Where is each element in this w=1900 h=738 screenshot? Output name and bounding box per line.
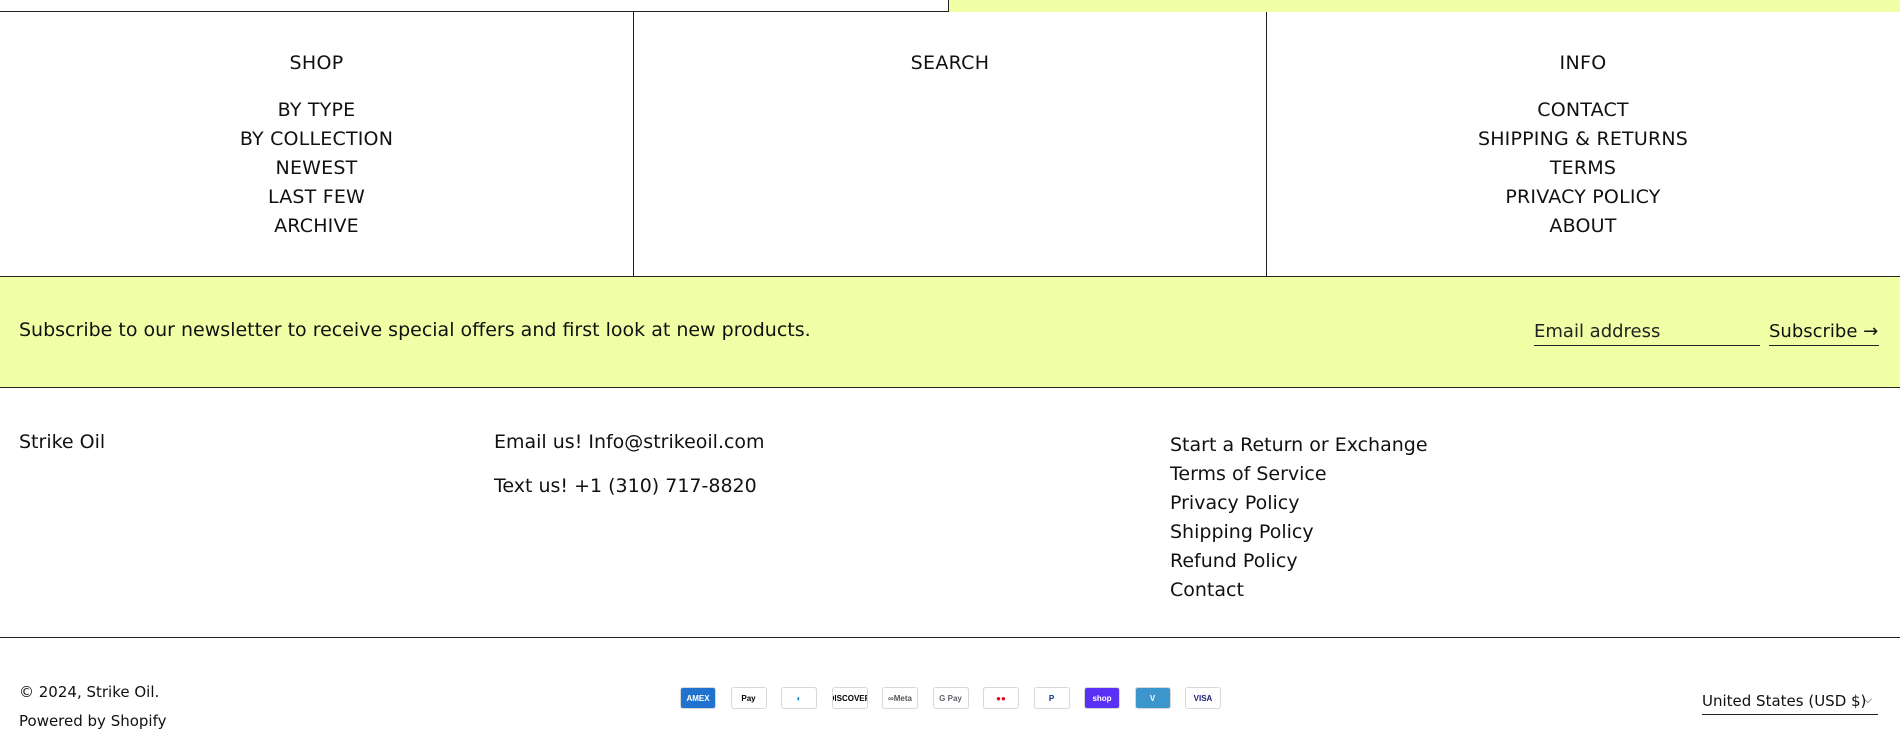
currency-label: United States (USD $)	[1702, 691, 1867, 710]
info-link-terms[interactable]: TERMS	[1267, 154, 1899, 183]
policy-link-privacy-policy[interactable]: Privacy Policy	[1170, 489, 1428, 518]
powered-by-shopify-link[interactable]: Powered by Shopify	[19, 707, 167, 736]
newsletter-message: Subscribe to our newsletter to receive s…	[19, 319, 811, 341]
footer-menu-columns: SHOP BY TYPE BY COLLECTION NEWEST LAST F…	[0, 12, 1900, 277]
policy-link-contact[interactable]: Contact	[1170, 576, 1428, 605]
email-contact[interactable]: Email us! Info@strikeoil.com	[494, 431, 765, 475]
shop-link-by-collection[interactable]: BY COLLECTION	[0, 125, 633, 154]
newsletter-section: Subscribe to our newsletter to receive s…	[0, 277, 1900, 388]
info-link-shipping-returns[interactable]: SHIPPING & RETURNS	[1267, 125, 1899, 154]
meta-pay-icon: ∞Meta	[882, 687, 918, 709]
text-contact[interactable]: Text us! +1 (310) 717-8820	[494, 475, 765, 519]
policy-link-refund-policy[interactable]: Refund Policy	[1170, 547, 1428, 576]
copyright-text: © 2024, Strike Oil.	[19, 683, 160, 701]
paypal-icon: P	[1033, 687, 1070, 709]
info-column: INFO CONTACT SHIPPING & RETURNS TERMS PR…	[1266, 12, 1899, 276]
chevron-down-icon: ⌵	[1863, 693, 1872, 706]
shop-heading: SHOP	[289, 52, 344, 74]
payment-icons: AMEX Pay ◐ DISCOVER ∞Meta G Pay ●● Pshop V VISA	[680, 687, 1236, 709]
shop-link-archive[interactable]: ARCHIVE	[0, 212, 633, 241]
shop-link-by-type[interactable]: BY TYPE	[0, 96, 633, 125]
shop-link-newest[interactable]: NEWEST	[0, 154, 633, 183]
shop-link-last-few[interactable]: LAST FEW	[0, 183, 633, 212]
info-link-about[interactable]: ABOUT	[1267, 212, 1899, 241]
top-divider-strip	[0, 0, 1900, 12]
info-link-privacy-policy[interactable]: PRIVACY POLICY	[1267, 183, 1899, 212]
bottom-bar: © 2024, Strike Oil. Powered by Shopify A…	[0, 638, 1900, 738]
footer-info-section: Strike Oil Email us! Info@strikeoil.com …	[0, 388, 1900, 638]
policy-links: Start a Return or Exchange Terms of Serv…	[1170, 431, 1428, 605]
yellow-strip	[948, 0, 1900, 12]
search-column: SEARCH	[633, 12, 1266, 276]
contact-details: Email us! Info@strikeoil.com Text us! +1…	[494, 431, 765, 519]
info-heading: INFO	[1559, 52, 1607, 74]
shop-menu: BY TYPE BY COLLECTION NEWEST LAST FEW AR…	[0, 96, 633, 241]
google-pay-icon: G Pay	[932, 687, 969, 709]
venmo-icon: V	[1134, 687, 1171, 709]
policy-link-terms-of-service[interactable]: Terms of Service	[1170, 460, 1428, 489]
discover-icon: DISCOVER	[831, 687, 868, 709]
copyright-block: © 2024, Strike Oil. Powered by Shopify	[19, 678, 167, 736]
policy-link-shipping-policy[interactable]: Shipping Policy	[1170, 518, 1428, 547]
shop-column: SHOP BY TYPE BY COLLECTION NEWEST LAST F…	[0, 12, 633, 276]
newsletter-email-input[interactable]	[1534, 314, 1760, 346]
subscribe-button[interactable]: Subscribe →	[1769, 314, 1879, 346]
visa-icon: VISA	[1185, 687, 1221, 709]
info-menu: CONTACT SHIPPING & RETURNS TERMS PRIVACY…	[1267, 96, 1899, 241]
search-link[interactable]: SEARCH	[634, 52, 1266, 74]
brand-name: Strike Oil	[19, 431, 106, 453]
policy-link-return-exchange[interactable]: Start a Return or Exchange	[1170, 431, 1428, 460]
american-express-icon: AMEX	[680, 687, 716, 709]
currency-selector[interactable]: United States (USD $) ⌵	[1702, 687, 1878, 715]
shop-pay-icon: shop	[1084, 687, 1120, 709]
mastercard-icon: ●●	[983, 687, 1019, 709]
info-link-contact[interactable]: CONTACT	[1267, 96, 1899, 125]
apple-pay-icon: Pay	[730, 687, 767, 709]
diners-club-icon: ◐	[781, 687, 817, 709]
